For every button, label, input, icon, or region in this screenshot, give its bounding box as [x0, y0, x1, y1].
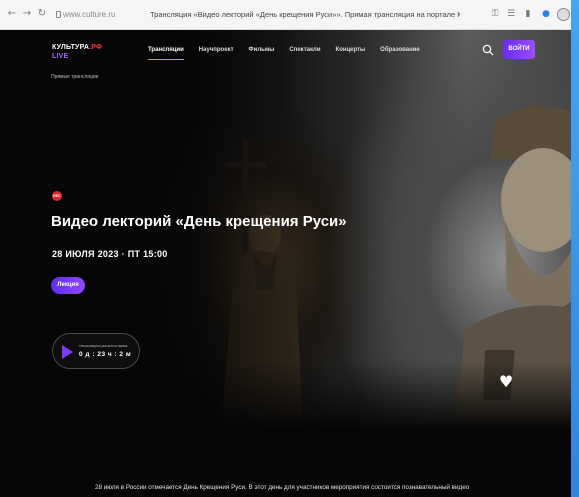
site-logo[interactable]: КУЛЬТУРА.РФ LIVE	[52, 43, 102, 63]
nav-item-translations[interactable]: Трансляции	[148, 44, 184, 60]
nav-item-science[interactable]: Научпроект	[199, 44, 234, 58]
forward-icon[interactable]: →	[22, 9, 32, 19]
bookmark-icon[interactable]: ▮	[523, 9, 533, 20]
desktop-background	[571, 0, 579, 497]
extension-icon[interactable]: ●	[541, 9, 551, 20]
logo-main: КУЛЬТУРА	[52, 44, 90, 51]
login-button[interactable]: ВОЙТИ	[503, 40, 535, 59]
countdown-widget[interactable]: ТРАНСЛЯЦИЯ НАЧНЕТСЯ ЧЕРЕЗ: 0 д : 23 ч : …	[52, 333, 140, 369]
address-bar[interactable]: www.culture.ru	[63, 8, 127, 21]
nav-item-education[interactable]: Образование	[380, 44, 420, 58]
nav-item-performances[interactable]: Спектакли	[289, 44, 320, 58]
main-nav: Трансляции Научпроект Фильмы Спектакли К…	[148, 44, 435, 60]
logo-suffix: .РФ	[89, 44, 103, 51]
key-icon[interactable]: ⚿	[490, 9, 500, 20]
category-tag-button[interactable]: Лекция	[51, 277, 85, 294]
countdown-value: 0 д : 23 ч : 2 м	[79, 351, 132, 358]
hero-bottom-gradient	[0, 360, 571, 430]
nav-item-concerts[interactable]: Концерты	[336, 44, 366, 58]
event-description: 28 июля в России отмечается День Крещени…	[95, 484, 470, 491]
logo-live: LIVE	[52, 53, 69, 60]
browser-window: ← → ↻ www.culture.ru Трансляция «Видео л…	[0, 0, 571, 497]
back-icon[interactable]: ←	[7, 9, 17, 19]
reload-icon[interactable]: ↻	[37, 9, 47, 19]
play-icon	[62, 345, 73, 359]
event-date: 28 ИЮЛЯ 2023 · ПТ 15:00	[52, 249, 168, 259]
browser-toolbar: ← → ↻ www.culture.ru Трансляция «Видео л…	[0, 0, 571, 30]
breadcrumb[interactable]: Прямые трансляции	[51, 74, 98, 81]
nav-item-films[interactable]: Фильмы	[249, 44, 275, 58]
page-tab-title: Трансляция «Видео лекторий «День крещени…	[150, 10, 460, 19]
countdown-label: ТРАНСЛЯЦИЯ НАЧНЕТСЯ ЧЕРЕЗ:	[79, 344, 129, 348]
page-title: Видео лекторий «День крещения Руси»	[51, 213, 347, 230]
rec-badge: REC	[52, 191, 62, 201]
search-icon[interactable]	[482, 44, 494, 56]
heart-icon[interactable]: ♥	[497, 373, 515, 391]
profile-avatar[interactable]	[557, 8, 570, 21]
lock-icon	[56, 11, 61, 18]
reader-icon[interactable]: ☰	[506, 9, 516, 20]
